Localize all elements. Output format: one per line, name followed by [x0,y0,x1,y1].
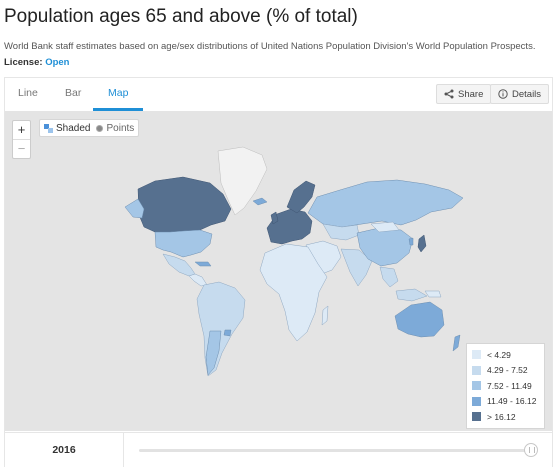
country-cuba[interactable] [194,261,212,267]
country-uruguay[interactable] [223,329,232,337]
legend-swatch [472,412,481,422]
points-icon [96,124,104,132]
tab-map[interactable]: Map [108,87,128,99]
zoom-in-button[interactable]: + [13,121,30,139]
visualization-panel: Line Bar Map Share Details + − Shaded Po… [4,77,553,467]
legend-item: < 4.29 [472,347,539,363]
region-southeast-asia[interactable] [379,266,428,302]
details-button[interactable]: Details [490,84,550,104]
region-central-america[interactable] [188,273,208,287]
country-usa[interactable] [154,229,213,258]
zoom-out-button[interactable]: − [13,139,30,158]
selected-year: 2016 [5,433,124,467]
license-value[interactable]: Open [45,57,69,68]
legend-item: 7.52 - 11.49 [472,378,539,394]
world-map[interactable]: + − Shaded Points < 4.29 4.29 - 7.52 7.5… [5,111,552,431]
share-icon [444,89,454,99]
legend-label: > 16.12 [487,411,516,422]
country-new-zealand[interactable] [452,334,461,352]
legend-label: < 4.29 [487,349,511,360]
shaded-option[interactable]: Shaded [44,123,90,134]
license-label: License: [4,57,43,68]
tab-bar-chart[interactable]: Bar [65,87,81,99]
legend-swatch [472,365,481,375]
country-madagascar[interactable] [321,305,329,326]
country-japan[interactable] [417,234,427,253]
legend-label: 4.29 - 7.52 [487,365,528,376]
details-label: Details [512,88,542,100]
tab-line[interactable]: Line [18,87,38,99]
region-south-america[interactable] [196,281,246,377]
map-mode-toggle: Shaded Points [39,119,140,137]
country-australia[interactable] [394,301,445,338]
info-icon [498,89,508,99]
country-iceland[interactable] [252,197,268,206]
legend-swatch [472,381,481,391]
source-description: World Bank staff estimates based on age/… [4,41,536,52]
points-option[interactable]: Points [96,123,134,134]
year-slider-handle[interactable] [524,443,538,457]
country-mexico[interactable] [162,253,196,277]
legend-item: > 16.12 [472,409,539,425]
shaded-icon [44,123,53,133]
timeline-bar: 2016 [5,432,552,467]
tab-bar: Line Bar Map Share Details [5,78,552,111]
year-slider-track[interactable] [139,449,531,452]
zoom-control: + − [12,120,31,159]
country-korea[interactable] [408,237,414,246]
legend-swatch [472,350,481,360]
page-title: Population ages 65 and above (% of total… [4,6,358,27]
points-label: Points [106,122,135,134]
map-legend: < 4.29 4.29 - 7.52 7.52 - 11.49 11.49 - … [466,343,545,429]
country-canada[interactable] [137,176,232,233]
country-russia[interactable] [307,179,464,228]
legend-item: 4.29 - 7.52 [472,363,539,379]
legend-label: 7.52 - 11.49 [487,380,532,391]
legend-swatch [472,396,481,406]
license-line: License: Open [4,57,69,68]
share-button[interactable]: Share [436,84,492,104]
share-label: Share [458,88,484,100]
legend-item: 11.49 - 16.12 [472,394,539,410]
shaded-label: Shaded [56,122,91,134]
legend-label: 11.49 - 16.12 [487,396,537,407]
